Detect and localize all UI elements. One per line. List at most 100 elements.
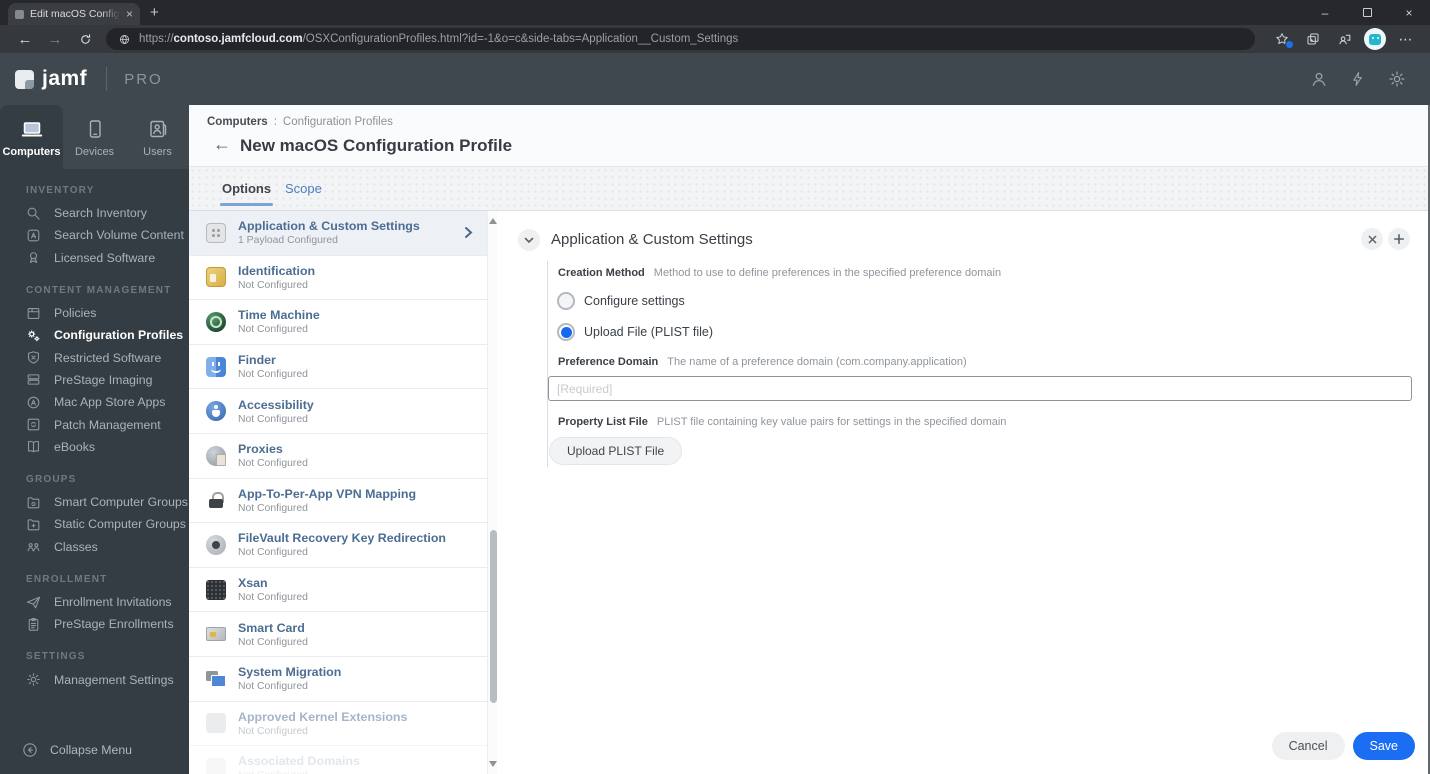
nav-tile-computers[interactable]: Computers [0,105,63,169]
radio-label: Upload File (PLIST file) [584,325,713,339]
globe-icon [120,34,129,44]
payload-row-identification[interactable]: Identification Not Configured [189,256,487,301]
browser-back-button[interactable]: ← [10,27,40,51]
collapse-menu-button[interactable]: Collapse Menu [21,741,132,759]
browser-forward-button[interactable]: → [40,27,70,51]
sidebar-item-search-volume-content[interactable]: Search Volume Content [0,224,189,246]
payload-row-application-custom-settings[interactable]: Application & Custom Settings 1 Payload C… [189,211,487,256]
payload-row-xsan[interactable]: Xsan Not Configured [189,568,487,613]
time-machine-icon [206,311,226,332]
sidebar-item-search-inventory[interactable]: Search Inventory [0,202,189,224]
back-arrow-button[interactable]: ← [213,134,231,155]
property-list-file-help: PLIST file containing key value pairs fo… [656,416,1007,428]
payload-row-proxies[interactable]: Proxies Not Configured [189,434,487,479]
laptop-icon [21,121,42,136]
nav-tile-users[interactable]: Users [126,105,189,169]
sidebar-item-label: Search Inventory [54,206,147,221]
associated-domains-icon [206,757,226,774]
save-button[interactable]: Save [1352,732,1415,760]
chevron-right-icon [465,227,473,239]
radio-configure-settings[interactable]: Configure settings [548,292,1412,310]
sidebar-item-policies[interactable]: Policies [0,302,189,324]
payload-row-finder[interactable]: Finder Not Configured [189,345,487,390]
payload-row-system-migration[interactable]: System Migration Not Configured [189,657,487,702]
sidebar-item-classes[interactable]: Classes [0,536,189,558]
payload-row-associated-domains[interactable]: Associated DomainsNot Configured [189,746,487,774]
sidebar-item-mac-app-store-apps[interactable]: Mac App Store Apps [0,391,189,413]
quick-actions-button[interactable] [1347,68,1369,90]
window-restore-button[interactable] [1346,0,1388,25]
radio-button-selected[interactable] [557,323,575,341]
breadcrumb-configuration-profiles[interactable]: Configuration Profiles [283,116,393,128]
tab-scope[interactable]: Scope [285,181,322,196]
favicon [15,9,24,19]
address-bar[interactable]: https://contoso.jamfcloud.com/OSXConfigu… [106,28,1255,50]
remove-payload-button[interactable] [1361,228,1383,250]
scroll-up-arrow-icon[interactable] [489,216,497,224]
sidebar-item-smart-computer-groups[interactable]: Smart Computer Groups [0,491,189,513]
jamf-brand: jamf PRO [15,67,163,91]
sidebar-item-static-computer-groups[interactable]: Static Computer Groups [0,513,189,535]
user-card-icon [149,120,166,137]
share-person-button[interactable] [1330,27,1358,51]
sidebar-item-enrollment-invitations[interactable]: Enrollment Invitations [0,591,189,613]
sidebar-item-label: Mac App Store Apps [54,395,166,410]
payload-row-filevault[interactable]: FileVault Recovery Key Redirection Not Co… [189,523,487,568]
sidebar-item-ebooks[interactable]: eBooks [0,436,189,458]
property-list-file-label-row: Property List File PLIST file containing … [548,416,1412,428]
nav-tile-label: Computers [2,145,61,158]
window-minimize-button[interactable]: – [1304,0,1346,25]
new-tab-button[interactable]: + [150,4,159,22]
upload-plist-file-button[interactable]: Upload PLIST File [549,437,683,465]
payload-list-scrollbar[interactable] [487,211,497,774]
radio-button-unselected[interactable] [557,292,575,310]
preference-domain-input[interactable] [548,376,1412,401]
folder-plus-icon [27,519,40,531]
collections-button[interactable] [1299,27,1327,51]
payload-row-kernel-extensions[interactable]: Approved Kernel Extensions Not Configured [189,702,487,747]
payload-row-vpn-mapping[interactable]: App-To-Per-App VPN Mapping Not Configured [189,479,487,524]
scrollbar-thumb[interactable] [489,530,497,703]
nav-tile-label: Users [143,145,172,158]
favorites-button[interactable] [1268,27,1296,51]
settings-button[interactable] [1386,68,1408,90]
share-person-icon [1338,34,1350,44]
sidebar-item-configuration-profiles[interactable]: Configuration Profiles [0,324,189,346]
close-icon [1368,235,1376,243]
breadcrumb-computers[interactable]: Computers [207,116,268,128]
collapse-payload-button[interactable] [518,229,540,251]
profile-avatar[interactable] [1361,27,1389,51]
browser-menu-button[interactable]: ⋯ [1392,27,1420,51]
sidebar-item-label: Management Settings [54,672,174,687]
sidebar-item-prestage-enrollments[interactable]: PreStage Enrollments [0,613,189,635]
sidebar-item-patch-management[interactable]: Patch Management [0,413,189,435]
window-close-button[interactable]: × [1388,0,1430,25]
radio-upload-file-plist[interactable]: Upload File (PLIST file) [548,323,1412,341]
sidebar-item-label: Enrollment Invitations [54,595,172,609]
add-payload-button[interactable] [1388,228,1410,250]
preference-domain-help: The name of a preference domain (com.com… [667,356,967,368]
payload-row-accessibility[interactable]: Accessibility Not Configured [189,389,487,434]
sidebar-item-management-settings[interactable]: Management Settings [0,668,189,690]
scroll-down-arrow-icon[interactable] [489,761,497,769]
sidebar-item-label: Licensed Software [54,250,156,265]
filevault-icon [206,534,226,555]
browser-refresh-button[interactable] [70,27,100,51]
sidebar-item-label: Smart Computer Groups [54,495,188,510]
payload-row-time-machine[interactable]: Time Machine Not Configured [189,300,487,345]
jamf-header: jamf PRO [0,53,1430,105]
tab-options[interactable]: Options [219,181,274,206]
sidebar-item-licensed-software[interactable]: Licensed Software [0,247,189,269]
account-button[interactable] [1308,68,1330,90]
tab-close-icon[interactable]: × [126,8,133,20]
cancel-button[interactable]: Cancel [1271,732,1345,760]
sidebar-item-restricted-software[interactable]: Restricted Software [0,346,189,368]
sidebar-item-prestage-imaging[interactable]: PreStage Imaging [0,369,189,391]
plus-icon [1394,234,1404,244]
payload-row-smart-card[interactable]: Smart Card Not Configured [189,612,487,657]
browser-tab[interactable]: Edit macOS Configuration Profile × [8,3,140,25]
sidebar-item-label: Policies [54,306,97,321]
page-title: New macOS Configuration Profile [240,136,513,155]
nav-tile-devices[interactable]: Devices [63,105,126,169]
creation-method-label-row: Creation Method Method to use to define p… [548,267,1412,279]
